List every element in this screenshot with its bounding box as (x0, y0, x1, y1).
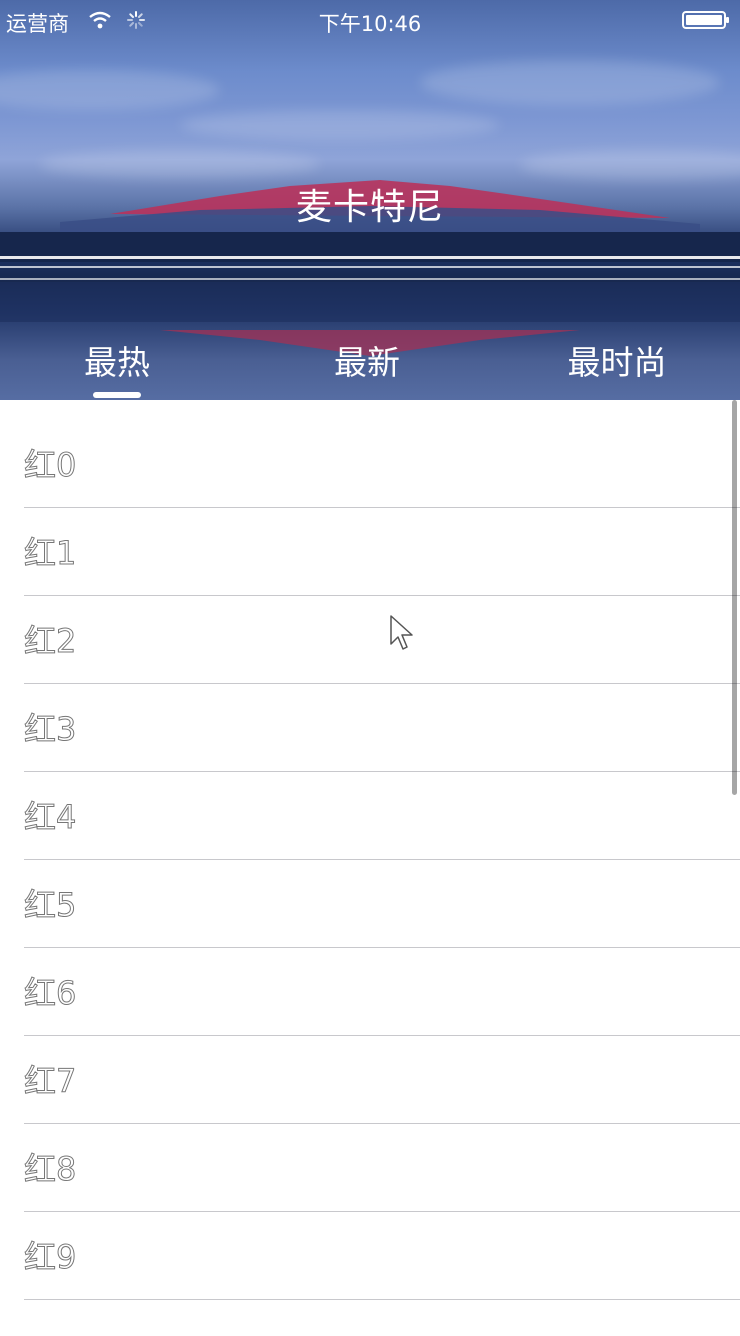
list-item[interactable]: 红1 (0, 508, 740, 596)
list-item-label: 红3 (23, 710, 77, 749)
tab-selected-indicator (93, 392, 141, 398)
vertical-scrollbar[interactable] (732, 400, 737, 795)
status-time: 下午10:46 (318, 12, 422, 36)
tab-most-fashionable[interactable]: 最时尚 (494, 336, 740, 384)
list-item[interactable]: 红2 (0, 596, 740, 684)
tab-newest[interactable]: 最新 (244, 336, 490, 384)
list-item-label: 红0 (23, 446, 77, 485)
mouse-cursor-icon (390, 615, 413, 650)
list-item[interactable]: 红4 (0, 772, 740, 860)
list-item-label: 红1 (23, 534, 77, 573)
content-list[interactable]: 红0 红1 红2 红3 红4 红5 红6 红7 红8 红9 (0, 400, 740, 1336)
list-item-label: 红6 (23, 974, 77, 1013)
status-bar: 运营商 下午10:46 (0, 0, 740, 40)
list-item[interactable]: 红5 (0, 860, 740, 948)
page-title: 麦卡特尼 (295, 187, 444, 228)
header-banner: 运营商 下午10:46 麦卡特尼 最热 最新 最时尚 (0, 0, 740, 400)
list-item[interactable]: 红0 (0, 400, 740, 508)
list-item-label: 红7 (23, 1062, 77, 1101)
battery-icon (682, 11, 729, 29)
list-item-label: 红9 (23, 1238, 77, 1277)
list-item[interactable]: 红8 (0, 1124, 740, 1212)
list-item[interactable]: 红3 (0, 684, 740, 772)
list-item[interactable]: 红9 (0, 1212, 740, 1300)
list-item-label: 红2 (23, 622, 77, 661)
list-item-label: 红5 (23, 886, 77, 925)
list-item-label: 红4 (23, 798, 77, 837)
tab-hottest[interactable]: 最热 (0, 336, 240, 384)
list-item-label: 红8 (23, 1150, 77, 1189)
list-item[interactable]: 红7 (0, 1036, 740, 1124)
list-item[interactable]: 红6 (0, 948, 740, 1036)
